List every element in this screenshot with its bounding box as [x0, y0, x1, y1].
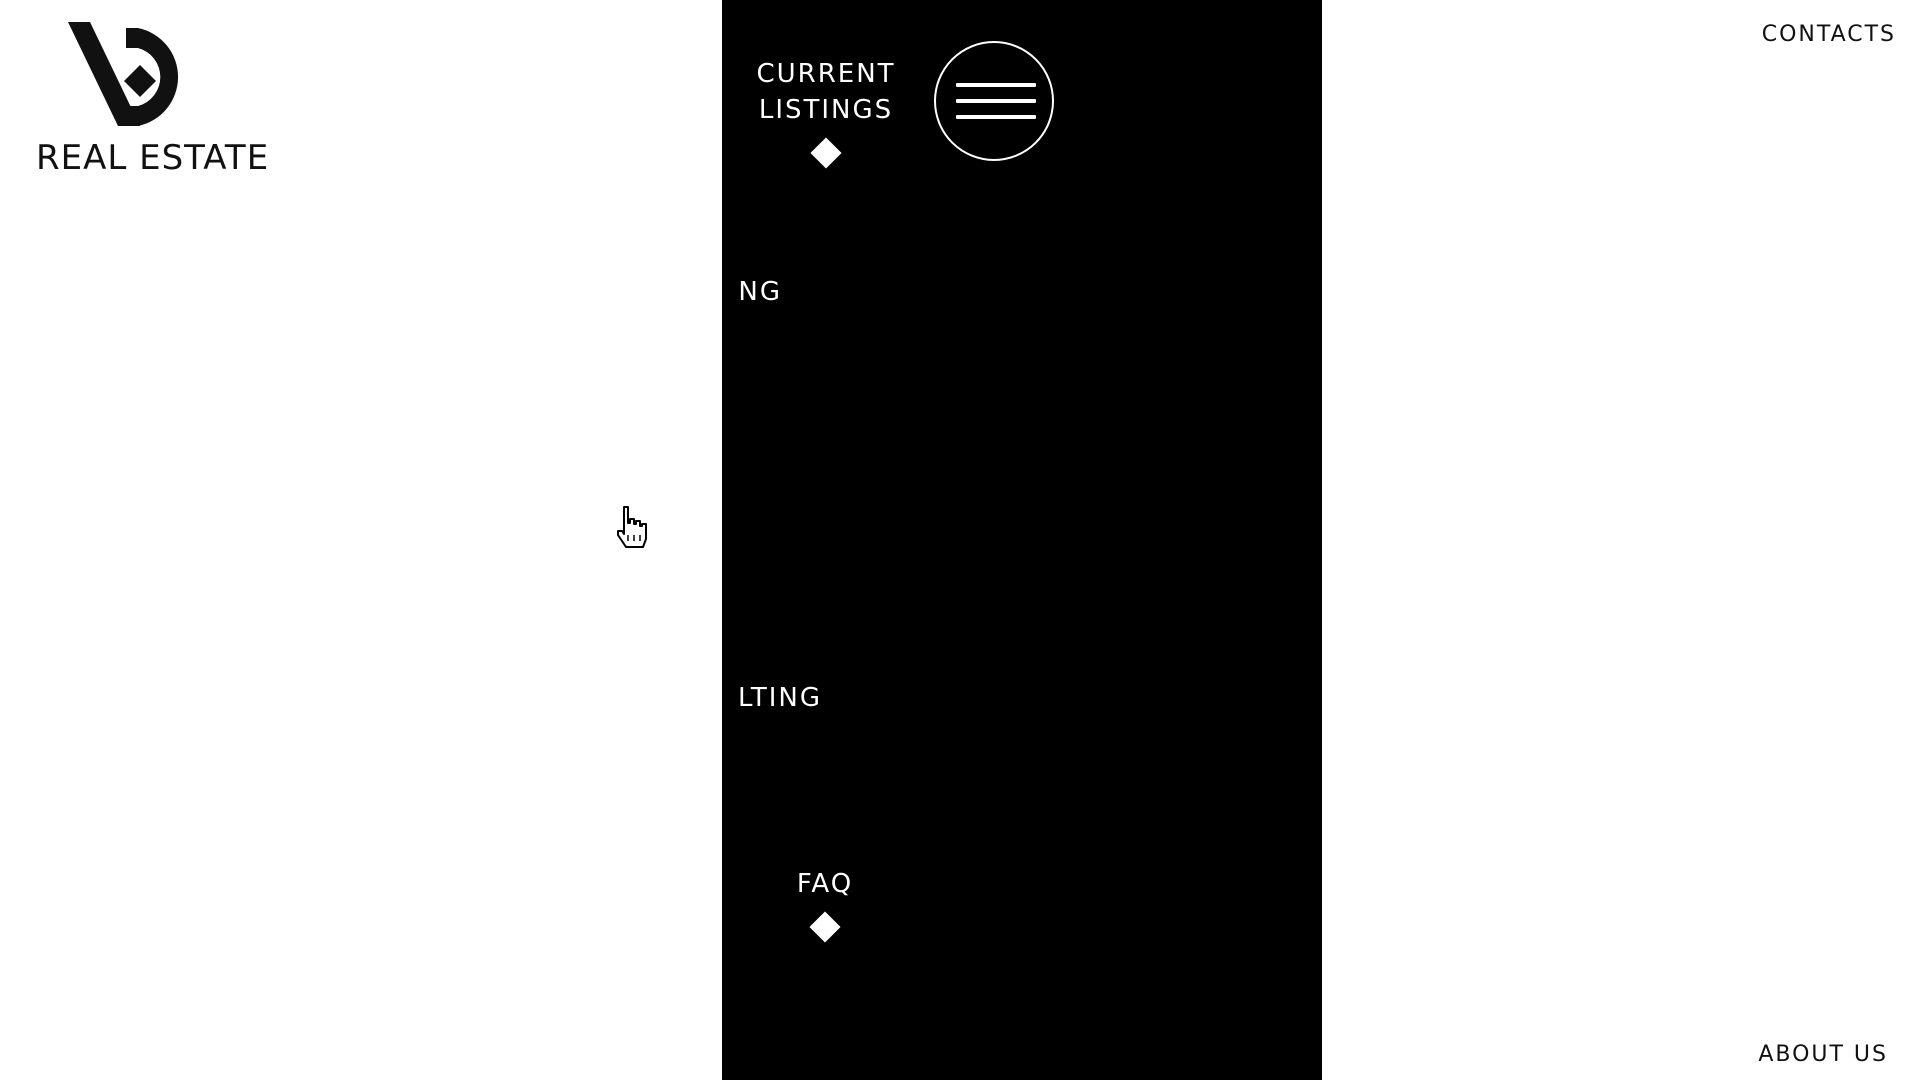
hand-pointer-cursor-icon [617, 506, 647, 548]
about-us-link[interactable]: ABOUT US [1758, 1042, 1888, 1067]
vd-monogram-logo-icon [68, 22, 179, 126]
menu-item-current-listings[interactable]: CURRENT LISTINGS [742, 56, 910, 169]
hamburger-icon-bar [956, 99, 1036, 103]
hamburger-icon-bar [956, 83, 1036, 87]
diamond-icon [809, 911, 841, 943]
menu-item-label: NG [738, 277, 782, 307]
logo-text: REAL ESTATE [36, 138, 270, 178]
menu-item-faq[interactable]: FAQ [775, 866, 875, 943]
page: REAL ESTATE CONTACTS ABOUT US CURRENT LI… [0, 0, 1920, 1080]
navigation-menu-panel: CURRENT LISTINGS NG LTING FAQ [722, 0, 1322, 1080]
menu-item-label: LTING [737, 683, 822, 713]
hamburger-icon-bar [956, 115, 1036, 119]
menu-item-clipped-2[interactable]: LTING [722, 676, 822, 720]
menu-item-label-line2: LISTINGS [758, 95, 894, 125]
diamond-icon [810, 137, 842, 169]
contacts-link[interactable]: CONTACTS [1762, 22, 1896, 47]
menu-toggle-button[interactable] [934, 41, 1054, 161]
menu-item-label-line1: CURRENT [756, 59, 896, 89]
home-logo-link[interactable]: REAL ESTATE [36, 20, 270, 178]
menu-item-clipped-1[interactable]: NG [722, 270, 782, 314]
menu-item-label: FAQ [796, 869, 854, 899]
